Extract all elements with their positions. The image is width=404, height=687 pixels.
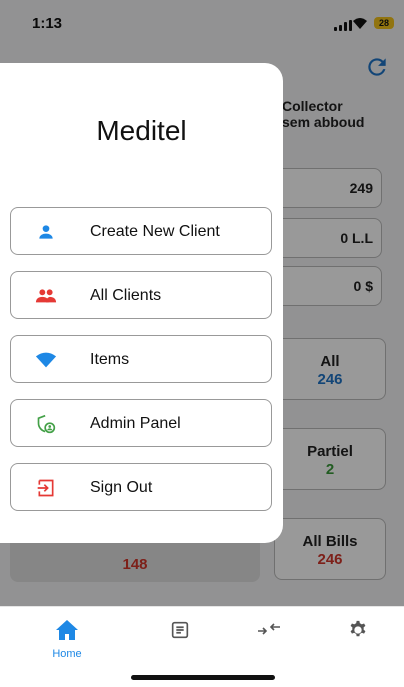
- document-icon: [171, 621, 189, 639]
- home-icon: [56, 620, 78, 640]
- menu-items[interactable]: Items: [10, 335, 272, 383]
- settings-icon: [350, 620, 366, 637]
- menu-item-label: All Clients: [90, 287, 162, 304]
- tab-settings[interactable]: [333, 619, 383, 646]
- navigation-drawer: Meditel Create New Client All Clients It…: [0, 63, 283, 543]
- tab-transfer[interactable]: [244, 619, 294, 644]
- menu-item-label: Items: [90, 351, 130, 368]
- menu-create-new-client[interactable]: Create New Client: [10, 207, 272, 255]
- transfer-icon: [258, 623, 280, 635]
- home-indicator: [131, 675, 275, 680]
- person-icon: [35, 221, 57, 243]
- admin-shield-icon: [35, 413, 57, 435]
- sign-out-icon: [35, 477, 57, 499]
- menu-sign-out[interactable]: Sign Out: [10, 463, 272, 511]
- drawer-title: Meditel: [96, 115, 187, 146]
- wifi-icon: [35, 349, 57, 371]
- tab-home[interactable]: Home: [42, 619, 92, 660]
- tab-bills[interactable]: [155, 619, 205, 646]
- menu-item-label: Sign Out: [90, 479, 153, 496]
- people-icon: [35, 285, 57, 307]
- menu-item-label: Create New Client: [90, 223, 220, 240]
- menu-all-clients[interactable]: All Clients: [10, 271, 272, 319]
- menu-admin-panel[interactable]: Admin Panel: [10, 399, 272, 447]
- menu-item-label: Admin Panel: [90, 415, 181, 432]
